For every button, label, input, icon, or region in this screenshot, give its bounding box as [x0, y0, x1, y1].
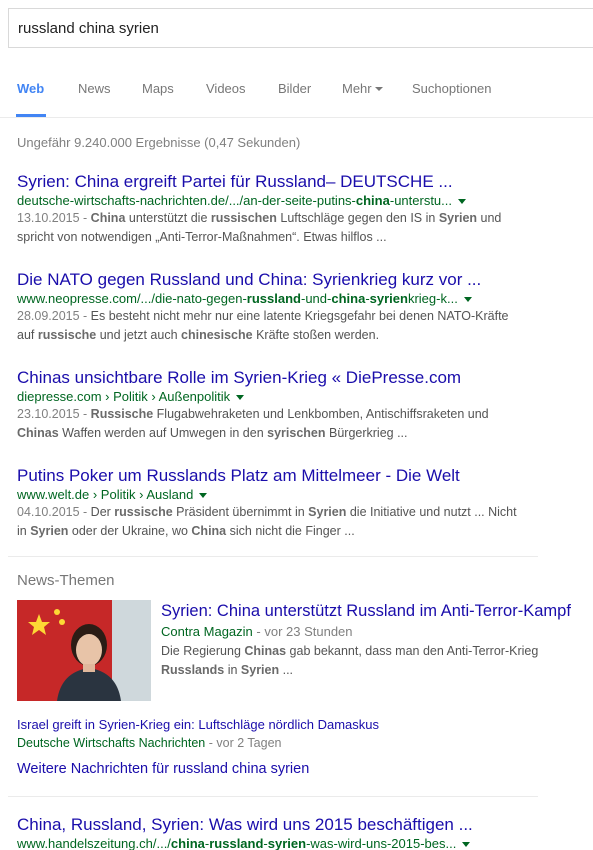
result-title-link[interactable]: Syrien: China ergreift Partei für Russla…	[17, 172, 587, 192]
news-secondary-time: - vor 2 Tagen	[205, 736, 282, 750]
more-news-link[interactable]: Weitere Nachrichten für russland china s…	[17, 761, 309, 777]
result-url: www.welt.de › Politik › Ausland	[17, 486, 587, 503]
section-divider	[8, 556, 538, 557]
result-url-text: www.welt.de › Politik › Ausland	[17, 487, 194, 502]
result-title-link[interactable]: Chinas unsichtbare Rolle im Syrien-Krieg…	[17, 368, 587, 388]
result-url-text: deutsche-wirtschafts-nachrichten.de/.../…	[17, 193, 452, 208]
url-dropdown-icon[interactable]	[236, 395, 245, 401]
news-item-secondary: Israel greift in Syrien-Krieg ein: Lufts…	[17, 716, 577, 753]
result-snippet-text: Der russische Präsident übernimmt in Syr…	[17, 505, 517, 538]
result-url: www.handelszeitung.ch/.../china-russland…	[17, 835, 587, 850]
result-date: 04.10.2015 -	[17, 505, 91, 519]
url-dropdown-icon[interactable]	[462, 842, 471, 848]
news-source-name: Contra Magazin	[161, 624, 253, 639]
search-result: Die NATO gegen Russland und China: Syrie…	[17, 270, 587, 345]
result-stats: Ungefähr 9.240.000 Ergebnisse (0,47 Seku…	[17, 135, 301, 150]
tab-mehr-label: Mehr	[342, 81, 372, 96]
news-section-heading: News-Themen	[17, 572, 115, 589]
tab-news[interactable]: News	[78, 81, 111, 96]
search-result: China, Russland, Syrien: Was wird uns 20…	[17, 815, 587, 850]
news-title-link[interactable]: Syrien: China unterstützt Russland im An…	[161, 600, 581, 622]
result-title-link[interactable]: China, Russland, Syrien: Was wird uns 20…	[17, 815, 587, 835]
url-dropdown-icon[interactable]	[463, 297, 472, 303]
section-divider	[8, 796, 538, 797]
result-date: 13.10.2015 -	[17, 211, 91, 225]
search-result: Putins Poker um Russlands Platz am Mitte…	[17, 466, 587, 541]
result-url-text: www.neopresse.com/.../die-nato-gegen-rus…	[17, 291, 458, 306]
result-url: deutsche-wirtschafts-nachrichten.de/.../…	[17, 192, 587, 209]
tab-mehr[interactable]: Mehr	[342, 81, 383, 96]
search-result: Syrien: China ergreift Partei für Russla…	[17, 172, 587, 247]
result-url: diepresse.com › Politik › Außenpolitik	[17, 388, 587, 405]
tab-videos[interactable]: Videos	[206, 81, 246, 96]
result-snippet: 23.10.2015 - Russische Flugabwehraketen …	[17, 405, 527, 443]
search-box[interactable]	[8, 8, 593, 48]
tab-suchoptionen[interactable]: Suchoptionen	[412, 81, 492, 96]
result-snippet: 13.10.2015 - China unterstützt die russi…	[17, 209, 527, 247]
chevron-down-icon	[374, 86, 383, 91]
result-url: www.neopresse.com/.../die-nato-gegen-rus…	[17, 290, 587, 307]
news-thumbnail[interactable]	[17, 600, 151, 701]
url-dropdown-icon[interactable]	[199, 493, 208, 499]
tab-bilder[interactable]: Bilder	[278, 81, 311, 96]
tab-maps[interactable]: Maps	[142, 81, 174, 96]
result-title-link[interactable]: Putins Poker um Russlands Platz am Mitte…	[17, 466, 587, 486]
tab-web[interactable]: Web	[17, 81, 44, 96]
result-date: 28.09.2015 -	[17, 309, 91, 323]
news-source: Contra Magazin - vor 23 Stunden	[161, 622, 581, 642]
news-photo-illustration	[17, 600, 151, 701]
search-result: Chinas unsichtbare Rolle im Syrien-Krieg…	[17, 368, 587, 443]
news-time: - vor 23 Stunden	[252, 624, 353, 639]
search-tabs: Web News Maps Videos Bilder Mehr Suchopt…	[0, 60, 593, 118]
news-snippet: Die Regierung Chinas gab bekannt, dass m…	[161, 644, 539, 677]
result-snippet: 28.09.2015 - Es besteht nicht mehr nur e…	[17, 307, 527, 345]
search-input[interactable]	[9, 9, 593, 47]
result-snippet-text: Es besteht nicht mehr nur eine latente K…	[17, 309, 509, 342]
news-secondary-source-name: Deutsche Wirtschafts Nachrichten	[17, 736, 206, 750]
result-title-link[interactable]: Die NATO gegen Russland und China: Syrie…	[17, 270, 587, 290]
news-card: Syrien: China unterstützt Russland im An…	[161, 600, 581, 680]
result-url-text: diepresse.com › Politik › Außenpolitik	[17, 389, 231, 404]
news-secondary-title-link[interactable]: Israel greift in Syrien-Krieg ein: Lufts…	[17, 716, 577, 734]
active-tab-indicator	[16, 114, 46, 117]
url-dropdown-icon[interactable]	[458, 199, 466, 205]
result-url-text: www.handelszeitung.ch/.../china-russland…	[17, 836, 457, 850]
result-date: 23.10.2015 -	[17, 407, 91, 421]
result-snippet: 04.10.2015 - Der russische Präsident übe…	[17, 503, 527, 541]
news-secondary-source: Deutsche Wirtschafts Nachrichten - vor 2…	[17, 734, 577, 753]
